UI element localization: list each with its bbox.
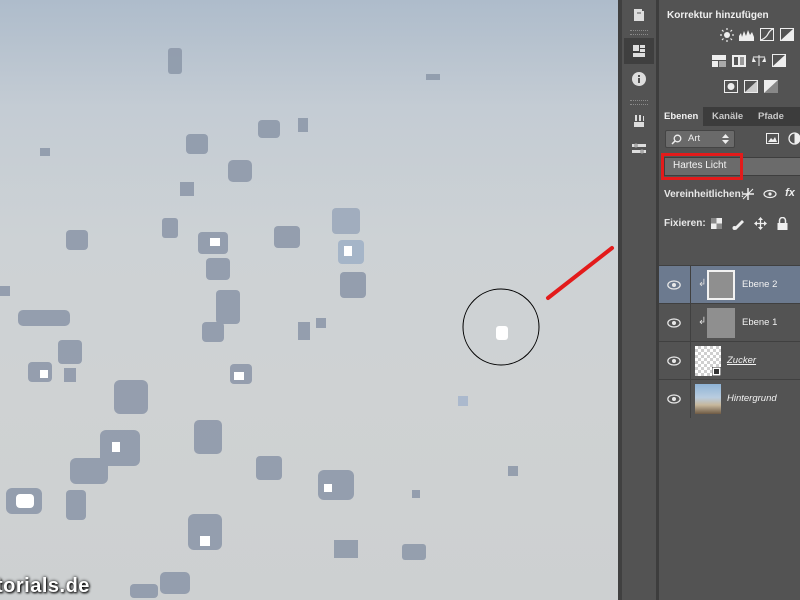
search-icon xyxy=(671,134,682,145)
layer-row-ebene-2[interactable]: ↲ Ebene 2 xyxy=(659,265,800,304)
history-icon[interactable] xyxy=(624,2,654,28)
visibility-eye-icon[interactable] xyxy=(665,353,683,369)
panel-grip[interactable] xyxy=(630,30,648,35)
updown-arrow-icon xyxy=(722,134,729,144)
layer-thumbnail xyxy=(707,270,735,300)
color-lookup-icon[interactable] xyxy=(763,80,778,93)
layer-filter-select[interactable]: Art xyxy=(665,130,735,148)
vibrance-icon[interactable] xyxy=(711,54,726,67)
brightness-contrast-icon[interactable] xyxy=(719,27,734,42)
layer-row-zucker[interactable]: Zucker xyxy=(659,341,800,380)
tab-ebenen[interactable]: Ebenen xyxy=(659,107,704,126)
tab-pfade[interactable]: Pfade xyxy=(753,107,789,126)
clipping-arrow-icon: ↲ xyxy=(698,278,707,289)
watermark-text: torials.de xyxy=(0,575,90,597)
filter-adjustment-icon[interactable] xyxy=(787,131,800,145)
adjustments-title: Korrektur hinzufügen xyxy=(667,10,769,21)
adjustment-icons-row-3 xyxy=(723,80,778,93)
info-icon[interactable] xyxy=(624,66,654,92)
tab-kanaele[interactable]: Kanäle xyxy=(707,107,748,126)
lock-label: Fixieren: xyxy=(664,218,706,229)
adjustments-panel-header: Korrektur hinzufügen xyxy=(659,0,800,24)
smart-object-icon xyxy=(712,367,721,376)
unify-position-icon[interactable] xyxy=(741,187,755,201)
brush-presets-icon[interactable] xyxy=(624,108,654,134)
panel-grip-2[interactable] xyxy=(630,100,648,105)
unify-visibility-icon[interactable] xyxy=(763,187,777,201)
hue-saturation-icon[interactable] xyxy=(731,54,746,67)
lock-position-icon[interactable] xyxy=(753,216,767,230)
channel-mixer-icon[interactable] xyxy=(743,80,758,93)
exposure-icon[interactable] xyxy=(779,28,794,41)
filter-pixel-icon[interactable] xyxy=(765,131,779,145)
layer-thumbnail xyxy=(695,346,721,376)
layer-name[interactable]: Zucker xyxy=(727,355,756,366)
layer-thumbnail xyxy=(707,308,735,338)
filter-label: Art xyxy=(688,133,701,144)
layer-row-hintergrund[interactable]: Hintergrund xyxy=(659,379,800,418)
lock-all-icon[interactable] xyxy=(775,216,789,230)
layer-thumbnail xyxy=(695,384,721,414)
color-balance-icon[interactable] xyxy=(751,54,766,67)
unify-label: Vereinheitlichen: xyxy=(664,189,745,200)
adjustment-icons-row-2 xyxy=(711,54,786,67)
curves-icon[interactable] xyxy=(759,28,774,41)
unify-style-icon[interactable]: fx xyxy=(783,186,797,200)
visibility-eye-icon[interactable] xyxy=(665,391,683,407)
panel-column: Korrektur hinzufügen Ebenen Kanäle Pfade… xyxy=(659,0,800,600)
layer-name[interactable]: Hintergrund xyxy=(727,393,777,404)
lock-image-icon[interactable] xyxy=(731,216,745,230)
image-canvas[interactable]: torials.de xyxy=(0,0,618,600)
blend-mode-highlight xyxy=(661,153,743,180)
black-white-icon[interactable] xyxy=(771,54,786,67)
layers-panel-tabs: Ebenen Kanäle Pfade xyxy=(659,107,800,126)
lock-transparent-icon[interactable] xyxy=(709,216,723,230)
layer-row-ebene-1[interactable]: ↲ Ebene 1 xyxy=(659,303,800,342)
red-arrow xyxy=(546,246,614,300)
visibility-eye-icon[interactable] xyxy=(665,277,683,293)
adjustments-icon[interactable] xyxy=(624,38,654,64)
photo-filter-icon[interactable] xyxy=(723,80,738,93)
layer-name[interactable]: Ebene 2 xyxy=(742,279,777,290)
layer-name[interactable]: Ebene 1 xyxy=(742,317,777,328)
clipping-arrow-icon: ↲ xyxy=(698,316,707,327)
tool-presets-icon[interactable] xyxy=(624,136,654,162)
canvas-artwork xyxy=(0,48,614,598)
panel-icon-strip xyxy=(622,0,657,600)
visibility-eye-icon[interactable] xyxy=(665,315,683,331)
adjustment-icons-row-1 xyxy=(719,27,794,42)
levels-icon[interactable] xyxy=(739,28,754,41)
